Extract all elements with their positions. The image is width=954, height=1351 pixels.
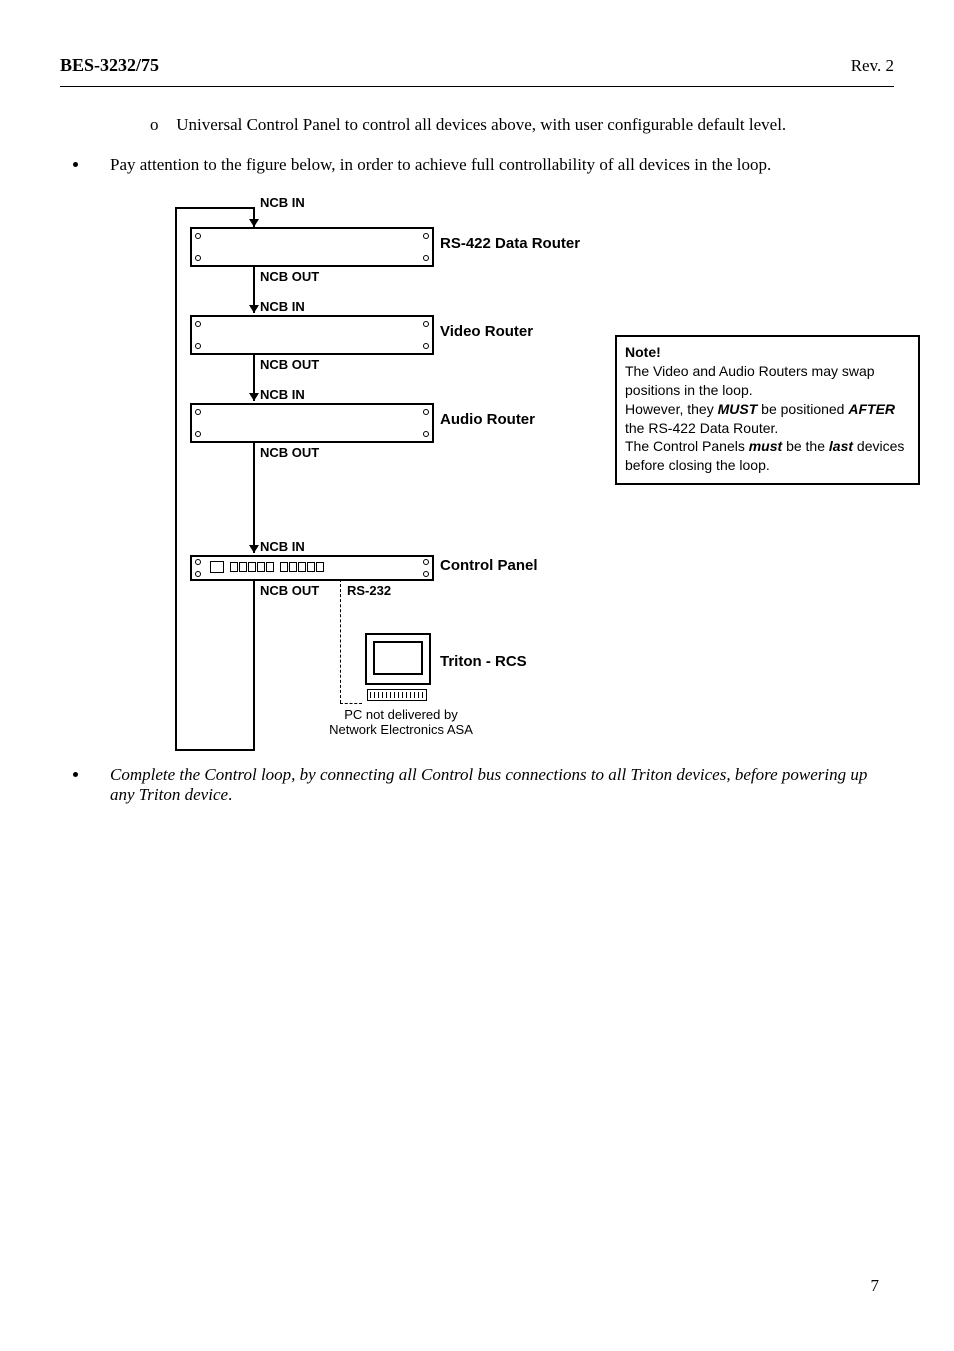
loop-return-line <box>175 207 177 751</box>
note-frag: be the <box>782 438 829 454</box>
page-number: 7 <box>871 1276 880 1296</box>
ncb-in-label: NCB IN <box>260 539 305 554</box>
ncb-in-label: NCB IN <box>260 299 305 314</box>
arrow-down-icon <box>249 393 259 401</box>
ncb-out-label: NCB OUT <box>260 445 319 460</box>
note-after: AFTER <box>848 401 895 417</box>
device-audio-label: Audio Router <box>440 411 535 428</box>
note-line2: However, they MUST be positioned AFTER t… <box>625 400 910 438</box>
arrow-down-icon <box>249 305 259 313</box>
bullet-complete-loop: Complete the Control loop, by connecting… <box>90 765 894 805</box>
rs232-line <box>340 579 341 703</box>
bullet-attention: Pay attention to the figure below, in or… <box>90 155 894 175</box>
pc-keyboard-icon <box>367 689 427 701</box>
ncb-in-label: NCB IN <box>260 195 305 210</box>
note-frag: the RS-422 Data Router. <box>625 420 778 436</box>
note-title: Note! <box>625 343 910 362</box>
arrow-down-icon <box>249 219 259 227</box>
rs232-line <box>340 703 362 704</box>
control-panel-buttons-icon <box>210 561 330 573</box>
doc-id: BES-3232/75 <box>60 55 159 76</box>
pc-note-line1: PC not delivered by <box>344 707 457 722</box>
ncb-out-label: NCB OUT <box>260 269 319 284</box>
connector <box>253 579 255 751</box>
page-header: BES-3232/75 Rev. 2 <box>60 55 894 76</box>
loop-diagram: NCB IN RS-422 Data Router NCB OUT NCB IN… <box>115 195 894 755</box>
connector <box>253 441 255 553</box>
bullet-list-2: Complete the Control loop, by connecting… <box>60 765 894 805</box>
sub-bullet-text: Universal Control Panel to control all d… <box>176 115 786 134</box>
arrow-down-icon <box>249 545 259 553</box>
sub-bullet-marker: o <box>150 115 172 135</box>
triton-label: Triton - RCS <box>440 653 527 670</box>
note-last: last <box>829 438 853 454</box>
pc-monitor-icon <box>365 633 431 685</box>
ncb-out-label: NCB OUT <box>260 583 319 598</box>
device-audio <box>190 403 434 443</box>
note-frag: The Control Panels <box>625 438 749 454</box>
sub-bullet-o: o Universal Control Panel to control all… <box>150 115 894 135</box>
bullet-list: Pay attention to the figure below, in or… <box>60 155 894 175</box>
note-box: Note! The Video and Audio Routers may sw… <box>615 335 920 485</box>
loop-bottom-line <box>175 749 255 751</box>
note-frag: be positioned <box>757 401 848 417</box>
doc-rev: Rev. 2 <box>851 56 894 76</box>
device-video-label: Video Router <box>440 323 533 340</box>
note-line1: The Video and Audio Routers may swap pos… <box>625 362 910 400</box>
device-rs422-label: RS-422 Data Router <box>440 235 580 252</box>
note-line3: The Control Panels must be the last devi… <box>625 437 910 475</box>
loop-top-line <box>175 207 255 209</box>
ncb-out-label: NCB OUT <box>260 357 319 372</box>
rs232-label: RS-232 <box>347 583 391 598</box>
pc-delivery-note: PC not delivered by Network Electronics … <box>301 707 501 737</box>
device-video <box>190 315 434 355</box>
ncb-in-label: NCB IN <box>260 387 305 402</box>
bullet-complete-loop-text: Complete the Control loop, by connecting… <box>110 765 867 804</box>
device-control-panel-label: Control Panel <box>440 557 538 574</box>
note-must: MUST <box>718 401 758 417</box>
header-rule <box>60 86 894 87</box>
pc-note-line2: Network Electronics ASA <box>329 722 473 737</box>
device-rs422 <box>190 227 434 267</box>
note-must2: must <box>749 438 782 454</box>
note-frag: However, they <box>625 401 718 417</box>
